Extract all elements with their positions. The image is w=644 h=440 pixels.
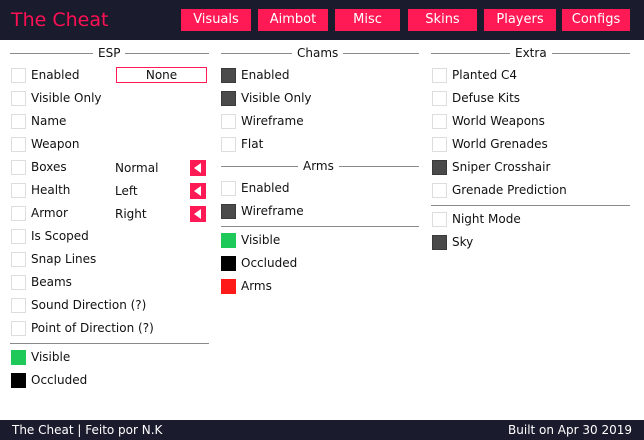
chams-visible-color-swatch[interactable] (221, 233, 236, 248)
armor-arrow-icon[interactable] (190, 206, 206, 222)
app-title: The Cheat (11, 9, 109, 31)
sound-direction-label: Sound Direction (?) (31, 298, 147, 312)
chams-visible-color-label: Visible (241, 233, 281, 247)
arms-enabled-checkbox[interactable] (221, 181, 236, 196)
beams-checkbox[interactable] (11, 275, 26, 290)
weapon-label: Weapon (31, 137, 80, 151)
chams-occluded-color-swatch[interactable] (221, 256, 236, 271)
grenade-prediction-checkbox[interactable] (432, 183, 447, 198)
tab-misc[interactable]: Misc (335, 9, 400, 31)
esp-visible-color-swatch[interactable] (11, 350, 26, 365)
world-weapons-checkbox[interactable] (432, 114, 447, 129)
arms-wireframe-label: Wireframe (241, 204, 304, 218)
beams-label: Beams (31, 275, 72, 289)
extra-world-separator (431, 205, 630, 206)
sound-direction-checkbox[interactable] (11, 298, 26, 313)
snap-lines-checkbox[interactable] (11, 252, 26, 267)
sniper-crosshair-checkbox[interactable] (432, 160, 447, 175)
footer-bar: The Cheat | Feito por N.K Built on Apr 3… (0, 420, 644, 440)
is-scoped-checkbox[interactable] (11, 229, 26, 244)
chams-arms-color-swatch[interactable] (221, 279, 236, 294)
esp-enabled-checkbox[interactable] (11, 68, 26, 83)
armor-label: Armor (31, 206, 68, 220)
esp-enabled-label: Enabled (31, 68, 80, 82)
armor-select[interactable]: Right (111, 206, 187, 222)
point-of-direction-label: Point of Direction (?) (31, 321, 154, 335)
esp-occluded-color-label: Occluded (31, 373, 88, 387)
weapon-checkbox[interactable] (11, 137, 26, 152)
planted-c4-label: Planted C4 (452, 68, 518, 82)
world-grenades-checkbox[interactable] (432, 137, 447, 152)
sky-checkbox[interactable] (432, 235, 447, 250)
chams-flat-checkbox[interactable] (221, 137, 236, 152)
chams-visible-only-label: Visible Only (241, 91, 312, 105)
night-mode-label: Night Mode (452, 212, 521, 226)
grenade-prediction-label: Grenade Prediction (452, 183, 567, 197)
arms-heading: Arms (298, 159, 339, 173)
chams-arms-color-label: Arms (241, 279, 272, 293)
chams-wireframe-checkbox[interactable] (221, 114, 236, 129)
night-mode-checkbox[interactable] (432, 212, 447, 227)
tab-configs[interactable]: Configs (562, 9, 630, 31)
health-select[interactable]: Left (111, 183, 187, 199)
armor-checkbox[interactable] (11, 206, 26, 221)
chams-visible-only-checkbox[interactable] (221, 91, 236, 106)
chams-flat-label: Flat (241, 137, 264, 151)
boxes-select[interactable]: Normal (111, 160, 187, 176)
name-checkbox[interactable] (11, 114, 26, 129)
arms-enabled-label: Enabled (241, 181, 290, 195)
world-grenades-label: World Grenades (452, 137, 548, 151)
esp-visible-color-label: Visible (31, 350, 71, 364)
name-label: Name (31, 114, 67, 128)
tab-skins[interactable]: Skins (408, 9, 477, 31)
chams-colors-separator (221, 226, 419, 227)
esp-heading: ESP (93, 46, 126, 60)
defuse-kits-label: Defuse Kits (452, 91, 521, 105)
chams-enabled-label: Enabled (241, 68, 290, 82)
sky-label: Sky (452, 235, 474, 249)
boxes-label: Boxes (31, 160, 67, 174)
snap-lines-label: Snap Lines (31, 252, 97, 266)
health-arrow-icon[interactable] (190, 183, 206, 199)
sniper-crosshair-label: Sniper Crosshair (452, 160, 551, 174)
chams-wireframe-label: Wireframe (241, 114, 304, 128)
chams-enabled-checkbox[interactable] (221, 68, 236, 83)
chams-occluded-color-label: Occluded (241, 256, 298, 270)
visible-only-checkbox[interactable] (11, 91, 26, 106)
tab-players[interactable]: Players (484, 9, 556, 31)
world-weapons-label: World Weapons (452, 114, 545, 128)
health-checkbox[interactable] (11, 183, 26, 198)
health-label: Health (31, 183, 71, 197)
extra-heading: Extra (510, 46, 552, 60)
point-of-direction-checkbox[interactable] (11, 321, 26, 336)
esp-enabled-dropdown[interactable]: None (116, 67, 207, 83)
arms-wireframe-checkbox[interactable] (221, 204, 236, 219)
tab-aimbot[interactable]: Aimbot (258, 9, 328, 31)
boxes-arrow-icon[interactable] (190, 160, 206, 176)
footer-credits: The Cheat | Feito por N.K (12, 423, 163, 437)
esp-occluded-color-swatch[interactable] (11, 373, 26, 388)
chams-heading: Chams (292, 46, 344, 60)
is-scoped-label: Is Scoped (31, 229, 89, 243)
tab-visuals[interactable]: Visuals (181, 9, 251, 31)
footer-build-date: Built on Apr 30 2019 (508, 423, 632, 437)
header-bar: The Cheat Visuals Aimbot Misc Skins Play… (0, 0, 644, 40)
visible-only-label: Visible Only (31, 91, 102, 105)
main-panel: ESP Enabled None Visible Only Name Weapo… (0, 40, 644, 420)
boxes-checkbox[interactable] (11, 160, 26, 175)
esp-colors-separator (10, 343, 209, 344)
planted-c4-checkbox[interactable] (432, 68, 447, 83)
defuse-kits-checkbox[interactable] (432, 91, 447, 106)
